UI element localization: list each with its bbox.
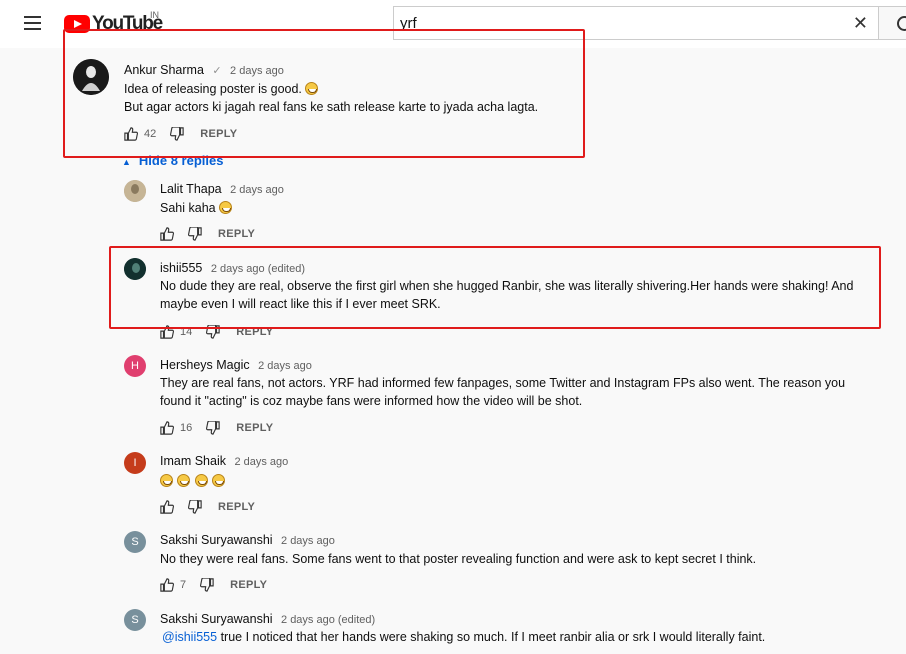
like-count: 7 bbox=[180, 579, 187, 591]
comment-text: Idea of releasing poster is good. bbox=[124, 82, 302, 96]
thumbs-up-icon[interactable] bbox=[160, 578, 174, 592]
search-button[interactable] bbox=[878, 6, 906, 40]
like-count: 14 bbox=[180, 326, 193, 338]
avatar[interactable] bbox=[124, 180, 146, 202]
comment-time[interactable]: 2 days ago (edited) bbox=[281, 614, 375, 626]
like-count: 16 bbox=[180, 422, 193, 434]
country-code: IN bbox=[150, 10, 159, 20]
avatar-letter: S bbox=[131, 536, 139, 548]
comment-author[interactable]: Ankur Sharma bbox=[124, 63, 204, 77]
reply-button[interactable]: REPLY bbox=[236, 326, 273, 338]
mention-link[interactable]: @ishii555 bbox=[162, 630, 217, 644]
thumbs-up-icon[interactable] bbox=[160, 325, 174, 339]
thumbs-down-icon[interactable] bbox=[170, 127, 184, 141]
comment-text: They are real fans, not actors. YRF had … bbox=[160, 376, 846, 408]
thumbs-down-icon[interactable] bbox=[188, 227, 202, 241]
like-count: 42 bbox=[144, 128, 157, 140]
avatar[interactable]: S bbox=[124, 531, 146, 553]
hide-replies-button[interactable]: ▲ Hide 8 replies bbox=[122, 153, 223, 168]
avatar[interactable] bbox=[124, 258, 146, 280]
youtube-logo-icon bbox=[64, 15, 90, 33]
comment-text-line2: But agar actors ki jagah real fans ke sa… bbox=[124, 100, 539, 114]
caret-up-icon: ▲ bbox=[122, 157, 131, 167]
thumbs-down-icon[interactable] bbox=[188, 500, 202, 514]
comment-author[interactable]: Imam Shaik bbox=[160, 454, 226, 468]
avatar-letter: H bbox=[131, 360, 139, 372]
comment-author[interactable]: Hersheys Magic bbox=[160, 358, 250, 372]
comment-time[interactable]: 2 days ago bbox=[258, 360, 312, 372]
grinning-emoji-icon bbox=[219, 201, 233, 214]
avatar[interactable] bbox=[73, 59, 109, 95]
rofl-emoji-icon bbox=[177, 474, 191, 487]
thumbs-down-icon[interactable] bbox=[206, 325, 220, 339]
avatar[interactable]: I bbox=[124, 452, 146, 474]
reply-button[interactable]: REPLY bbox=[236, 422, 273, 434]
youtube-logo[interactable]: YouTube bbox=[64, 13, 163, 34]
thumbs-up-icon[interactable] bbox=[124, 127, 138, 141]
verified-check-icon: ✓ bbox=[212, 65, 222, 77]
comment-text: Sahi kaha bbox=[160, 201, 216, 215]
avatar-letter: S bbox=[131, 614, 139, 626]
emoji-row bbox=[160, 472, 226, 490]
comment-author[interactable]: ishii555 bbox=[160, 261, 202, 275]
reply-button[interactable]: REPLY bbox=[230, 579, 267, 591]
thumbs-up-icon[interactable] bbox=[160, 227, 174, 241]
comment-author[interactable]: Sakshi Suryawanshi bbox=[160, 612, 273, 626]
reply-button[interactable]: REPLY bbox=[218, 228, 255, 240]
comment-text: true I noticed that her hands were shaki… bbox=[220, 630, 766, 644]
thumbs-down-icon[interactable] bbox=[200, 578, 214, 592]
hamburger-menu-icon[interactable] bbox=[24, 16, 41, 30]
reply-button[interactable]: REPLY bbox=[200, 128, 237, 140]
rofl-emoji-icon bbox=[212, 474, 226, 487]
hide-replies-label: Hide 8 replies bbox=[138, 153, 224, 168]
comment-time[interactable]: 2 days ago (edited) bbox=[211, 263, 305, 275]
search-input[interactable]: yrf bbox=[400, 15, 417, 32]
top-bar: YouTube IN yrf ✕ bbox=[0, 0, 906, 48]
comment-time[interactable]: 2 days ago bbox=[230, 65, 284, 77]
search-box[interactable]: yrf ✕ bbox=[393, 6, 878, 40]
comment-time[interactable]: 2 days ago bbox=[230, 184, 284, 196]
avatar[interactable]: S bbox=[124, 609, 146, 631]
rofl-emoji-icon bbox=[160, 474, 173, 487]
grinning-emoji-icon bbox=[305, 82, 319, 95]
comment-text: No dude they are real, observe the first… bbox=[160, 279, 854, 311]
reply-button[interactable]: REPLY bbox=[218, 501, 255, 513]
clear-search-icon[interactable]: ✕ bbox=[853, 14, 868, 32]
avatar-letter: I bbox=[133, 457, 137, 469]
comment-author[interactable]: Lalit Thapa bbox=[160, 182, 222, 196]
avatar[interactable]: H bbox=[124, 355, 146, 377]
comment-text: No they were real fans. Some fans went t… bbox=[160, 552, 757, 566]
comment-author[interactable]: Sakshi Suryawanshi bbox=[160, 533, 273, 547]
comment-time[interactable]: 2 days ago bbox=[281, 535, 335, 547]
rofl-emoji-icon bbox=[194, 474, 208, 487]
thumbs-down-icon[interactable] bbox=[206, 421, 220, 435]
comment-time[interactable]: 2 days ago bbox=[234, 456, 288, 468]
thumbs-up-icon[interactable] bbox=[160, 500, 174, 514]
thumbs-up-icon[interactable] bbox=[160, 421, 174, 435]
search-icon bbox=[897, 16, 906, 31]
